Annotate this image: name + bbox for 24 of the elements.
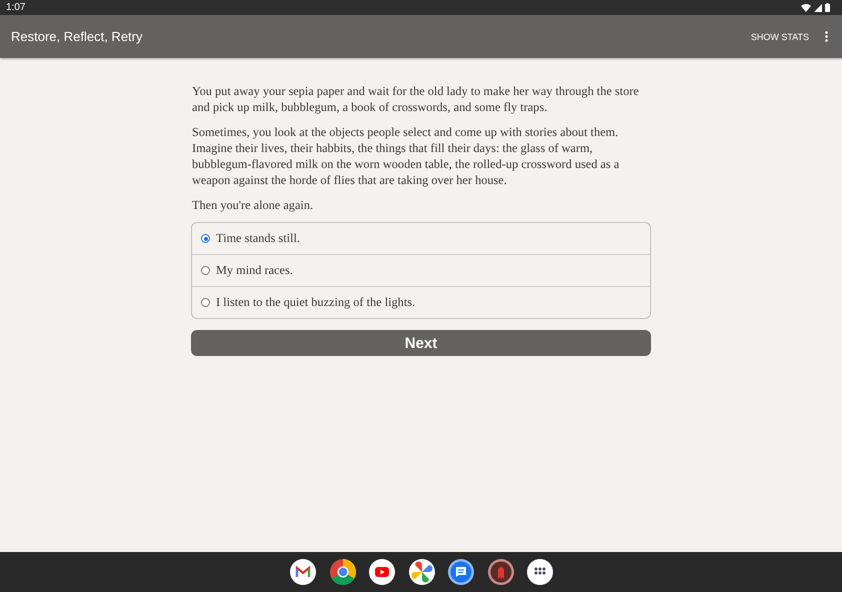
battery-icon [825,3,830,12]
story-paragraph: Then you're alone again. [192,197,314,213]
next-button[interactable]: Next [191,330,651,356]
story-paragraph: Sometimes, you look at the objects people select and come up with stories about them. Imagine their lives, their habbits, the things that fill their days: the glass of warm, bubblegum-flavored milk on the worn wooden table, the rolled-up crossword used as a weapon against the horde of flies that are taking over her house. [192,124,620,188]
show-stats-button[interactable]: SHOW STATS [746,28,813,46]
browser-icon[interactable] [330,559,356,585]
signal-icon [814,4,822,12]
app-title: Restore, Reflect, Retry [11,29,144,44]
more-options-icon[interactable] [825,31,828,42]
choice-label[interactable]: Time stands still. [216,231,300,246]
story-paragraph: You put away your sepia paper and wait for the old lady to make her way through the store and pick up milk, bubblegum, a book of crosswords, and some fly traps. [192,83,640,115]
mail-icon[interactable] [290,559,316,585]
radio-button[interactable] [201,266,210,275]
radio-button[interactable] [201,298,210,307]
play-icon[interactable] [369,559,395,585]
app-grid-icon[interactable] [527,559,553,585]
radio-button[interactable] [201,234,210,243]
clock-time: 1:07 [6,2,26,13]
choice-label[interactable]: I listen to the quiet buzzing of the lights. [216,295,416,310]
wifi-icon [801,4,811,12]
message-icon[interactable] [448,559,474,585]
choice-label[interactable]: My mind races. [216,263,293,278]
character-icon[interactable] [488,559,514,585]
pinwheel-icon[interactable] [408,559,434,585]
